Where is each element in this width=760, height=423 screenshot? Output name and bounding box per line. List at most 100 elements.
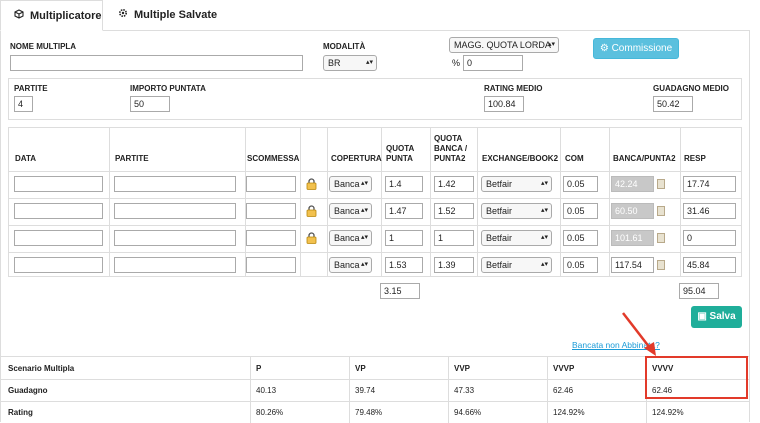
copy-icon[interactable] [657,233,665,243]
scenario-header: VP [355,364,366,373]
quota-banca-input[interactable]: 1.39 [434,257,474,273]
select-arrows-icon: ▴▾ [365,59,373,66]
scommessa-input[interactable] [246,176,296,192]
copertura-select[interactable]: Banca ▴▾ [329,176,372,192]
commissione-label: Commissione [611,43,673,54]
data-input[interactable] [14,230,103,246]
scenario-value: 124.92% [553,408,585,417]
copertura-select[interactable]: Banca ▴▾ [329,257,372,273]
rating-medio-label: RATING MEDIO [484,84,543,93]
select-arrows-icon: ▴▾ [547,41,555,48]
scommessa-input[interactable] [246,230,296,246]
resp-value: 45.84 [683,257,736,273]
partite-row-input[interactable] [114,176,236,192]
exchange-select[interactable]: Betfair ▴▾ [481,203,552,219]
cube-icon [13,1,25,32]
copy-icon[interactable] [657,179,665,189]
col-header-quota-banca: QUOTA BANCA / PUNTA2 [434,134,468,163]
scenario-value: 40.13 [256,386,277,395]
com-input[interactable]: 0.05 [563,257,598,273]
data-input[interactable] [14,176,103,192]
scenario-value: 62.46 [553,386,574,395]
partite-row-input[interactable] [114,257,236,273]
lock-icon[interactable] [306,204,317,217]
copertura-select[interactable]: Banca ▴▾ [329,203,372,219]
modalita-value: BR [328,58,341,68]
col-header-banca-punta2: BANCA/PUNTA2 [613,154,676,163]
col-header-scommessa: SCOMMESSA [247,154,300,163]
scenario-row-label: Guadagno [8,386,48,395]
banca-value: 42.24 [611,176,654,192]
copertura-value: Banca [334,206,360,216]
quota-punta-input[interactable]: 1.4 [385,176,423,192]
commissione-button[interactable]: ⚙ Commissione [593,38,679,59]
modalita-select[interactable]: BR ▴▾ [323,55,377,71]
salva-button[interactable]: ▣ Salva [691,306,742,328]
exchange-select[interactable]: Betfair ▴▾ [481,230,552,246]
select-arrows-icon: ▴▾ [360,180,368,187]
select-arrows-icon: ▴▾ [540,207,548,214]
quota-punta-input[interactable]: 1.47 [385,203,423,219]
scommessa-input[interactable] [246,203,296,219]
copy-icon[interactable] [657,206,665,216]
nome-multipla-label: NOME MULTIPLA [10,42,77,51]
quota-type-value: MAGG. QUOTA LORDA [454,40,551,50]
com-input[interactable]: 0.05 [563,176,598,192]
exchange-select[interactable]: Betfair ▴▾ [481,257,552,273]
scenario-header: Scenario Multipla [8,364,75,373]
scenario-value: 94.66% [454,408,482,417]
scommessa-input[interactable] [246,257,296,273]
highlight-box [645,356,748,399]
data-input[interactable] [14,257,103,273]
select-arrows-icon: ▴▾ [360,234,368,241]
col-header-partite: PARTITE [115,154,149,163]
quota-type-select[interactable]: MAGG. QUOTA LORDA ▴▾ [449,37,559,53]
quota-banca-input[interactable]: 1.42 [434,176,474,192]
annotation-arrow-icon [622,312,656,356]
banca-value: 60.50 [611,203,654,219]
lock-icon[interactable] [306,177,317,190]
com-input[interactable]: 0.05 [563,230,598,246]
bets-table [8,127,742,277]
partite-label: PARTITE [14,84,48,93]
importo-input[interactable]: 50 [130,96,170,112]
partite-input[interactable]: 4 [14,96,33,112]
partite-row-input[interactable] [114,203,236,219]
tab-label: Multiplicatore [30,10,102,22]
scenario-value: 79.48% [355,408,383,417]
quota-banca-input[interactable]: 1 [434,230,474,246]
quota-punta-input[interactable]: 1 [385,230,423,246]
exchange-select[interactable]: Betfair ▴▾ [481,176,552,192]
scenario-header: VVVP [553,364,575,373]
com-input[interactable]: 0.05 [563,203,598,219]
guadagno-medio-label: GUADAGNO MEDIO [653,84,729,93]
exchange-value: Betfair [486,233,513,243]
lock-icon[interactable] [306,231,317,244]
tab-multiplicatore[interactable]: Multiplicatore [0,0,103,31]
tab-label: Multiple Salvate [134,9,218,21]
resp-value: 31.46 [683,203,736,219]
resp-value: 17.74 [683,176,736,192]
select-arrows-icon: ▴▾ [540,261,548,268]
gear-icon [117,0,129,31]
percent-input[interactable]: 0 [463,55,523,71]
select-arrows-icon: ▴▾ [360,261,368,268]
nome-multipla-input[interactable] [10,55,303,71]
quota-banca-input[interactable]: 1.52 [434,203,474,219]
tab-multiple-salvate[interactable]: Multiple Salvate [117,0,217,31]
scenario-table: Scenario Multipla P VP VVP VVVP VVVV Gua… [0,356,750,423]
data-input[interactable] [14,203,103,219]
importo-label: IMPORTO PUNTATA [130,84,206,93]
total-quota: 3.15 [380,283,420,299]
copy-icon[interactable] [657,260,665,270]
copertura-select[interactable]: Banca ▴▾ [329,230,372,246]
gears-icon: ⚙ [599,43,609,54]
save-icon: ▣ [697,311,707,322]
col-header-exchange: EXCHANGE/BOOK2 [482,154,559,163]
banca-value: 117.54 [611,257,654,273]
col-header-data: DATA [15,154,37,163]
scenario-value: 80.26% [256,408,284,417]
scenario-row-label: Rating [8,408,33,417]
partite-row-input[interactable] [114,230,236,246]
quota-punta-input[interactable]: 1.53 [385,257,423,273]
